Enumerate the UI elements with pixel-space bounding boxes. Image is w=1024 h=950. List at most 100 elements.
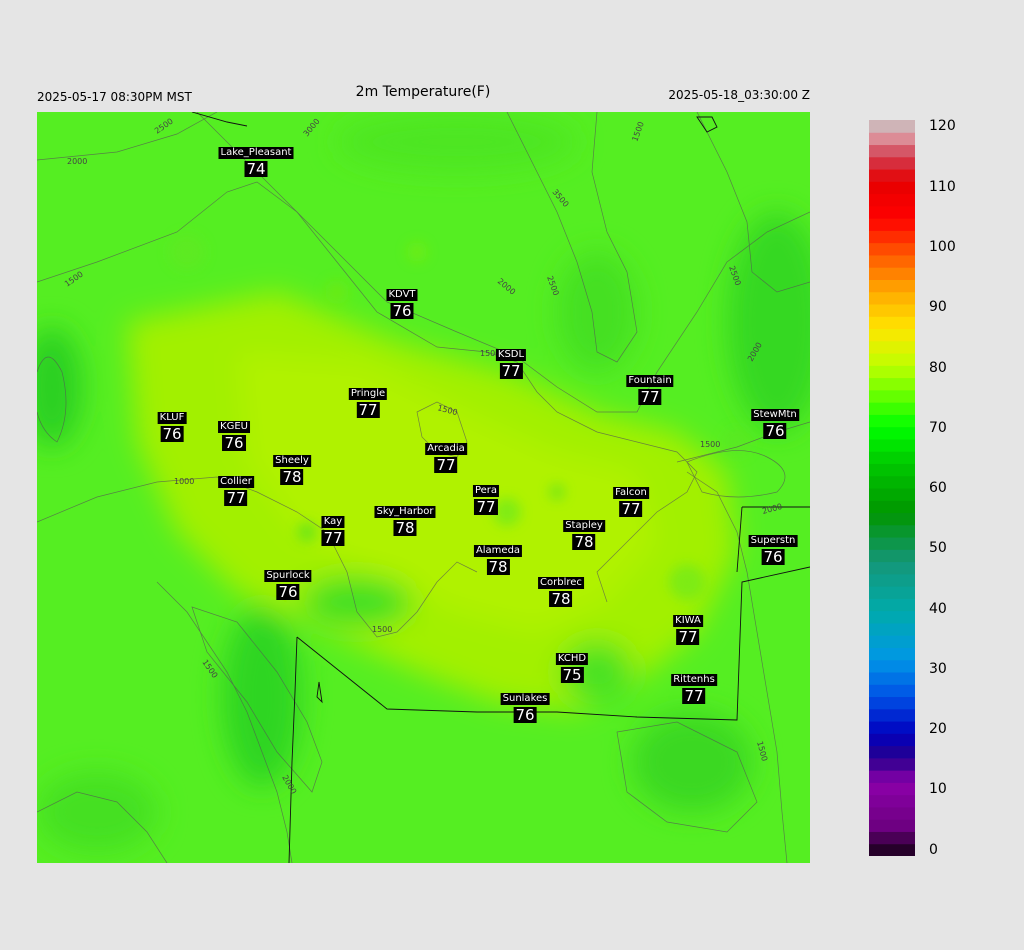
station-marker[interactable]: Sheely 78: [273, 448, 311, 485]
station-temperature: 78: [572, 533, 596, 551]
colorbar-label: 50: [929, 540, 947, 556]
station-marker[interactable]: KGEU 76: [218, 414, 250, 451]
colorbar-step: [869, 561, 915, 575]
colorbar-step: [869, 144, 915, 158]
station-marker[interactable]: KIWA 77: [673, 608, 703, 645]
station-temperature: 78: [393, 519, 417, 537]
station-marker[interactable]: Lake_Pleasant 74: [218, 140, 294, 178]
colorbar-step: [869, 389, 915, 403]
colorbar-step: [869, 353, 915, 366]
cool-pocket: [37, 772, 157, 852]
station-temperature: 77: [321, 529, 345, 547]
contour-label: 1500: [372, 625, 392, 634]
station-temperature: 77: [474, 498, 498, 516]
local-time: 2025-05-17 08:30PM MST: [37, 90, 192, 104]
station-name: Sky_Harbor: [374, 506, 436, 518]
station-temperature: 76: [276, 583, 300, 601]
colorbar-label: 110: [929, 179, 956, 195]
station-name: KIWA: [673, 615, 703, 627]
colorbar-step: [869, 549, 915, 563]
station-marker[interactable]: KSDL 77: [495, 342, 527, 380]
colorbar-label: 100: [929, 239, 956, 255]
station-marker[interactable]: KLUF 76: [157, 405, 187, 442]
station-temperature: 77: [619, 500, 643, 518]
colorbar-step: [869, 193, 915, 207]
colorbar-step: [869, 610, 915, 624]
station-marker[interactable]: Kay 77: [321, 509, 345, 547]
station-marker[interactable]: Superstn 76: [748, 528, 798, 565]
station-temperature: 77: [499, 362, 523, 380]
colorbar-step: [869, 132, 915, 146]
station-marker[interactable]: Sky_Harbor 78: [374, 499, 436, 537]
colorbar-step: [869, 438, 915, 452]
colorbar-label: 0: [929, 842, 938, 858]
colorbar-step: [869, 316, 915, 330]
colorbar-step: [869, 426, 915, 440]
colorbar-step: [869, 365, 915, 379]
station-name: Pera: [472, 485, 500, 497]
colorbar-label: 30: [929, 661, 947, 677]
station-marker[interactable]: Falcon 77: [613, 480, 649, 517]
colorbar-step: [869, 684, 915, 698]
colorbar-step: [869, 120, 915, 133]
colorbar-label: 10: [929, 781, 947, 797]
station-marker[interactable]: Collier 77: [218, 469, 254, 506]
colorbar-step: [869, 635, 915, 648]
contour-label: 1000: [174, 477, 194, 486]
colorbar-label: 60: [929, 480, 947, 496]
station-name: Kay: [321, 516, 345, 528]
station-marker[interactable]: Alameda 78: [473, 538, 523, 576]
colorbar-step: [869, 806, 915, 820]
station-marker[interactable]: Fountain 77: [626, 368, 674, 405]
colorbar-step: [869, 733, 915, 747]
temperature-map: 2500 2000 3000 3500 1500 2500 2000 1500 …: [37, 112, 810, 863]
station-marker[interactable]: Pringle 77: [348, 381, 388, 418]
station-name: StewMtn: [751, 409, 799, 421]
station-marker[interactable]: Stapley 78: [563, 513, 605, 550]
colorbar-step: [869, 463, 915, 477]
colorbar-label: 80: [929, 360, 947, 376]
station-marker[interactable]: Arcadia 77: [425, 436, 467, 473]
colorbar-step: [869, 328, 915, 342]
station-temperature: 77: [676, 628, 700, 646]
station-marker[interactable]: KDVT 76: [386, 282, 418, 320]
colorbar-step: [869, 708, 915, 722]
station-temperature: 77: [434, 456, 458, 474]
colorbar-step: [869, 500, 915, 514]
station-name: Sunlakes: [500, 693, 550, 705]
colorbar-step: [869, 831, 915, 845]
colorbar-step: [869, 537, 915, 550]
station-marker[interactable]: Sunlakes 76: [500, 686, 550, 723]
colorbar-step: [869, 340, 915, 354]
station-marker[interactable]: StewMtn 76: [751, 402, 799, 439]
station-name: Stapley: [563, 520, 605, 532]
colorbar-step: [869, 843, 915, 856]
station-marker[interactable]: Pera 77: [472, 478, 500, 516]
station-temperature: 78: [549, 590, 573, 608]
station-marker[interactable]: Spurlock 76: [264, 563, 312, 601]
station-temperature: 76: [390, 302, 414, 320]
cool-pocket: [302, 577, 412, 627]
station-name: KDVT: [386, 289, 418, 301]
station-temperature: 76: [222, 434, 246, 452]
colorbar-label: 70: [929, 420, 947, 436]
station-name: Fountain: [626, 375, 674, 387]
station-name: Arcadia: [425, 443, 467, 455]
station-marker[interactable]: KCHD 75: [555, 646, 589, 683]
colorbar-step: [869, 451, 915, 464]
station-temperature: 74: [244, 160, 268, 178]
colorbar-step: [869, 622, 915, 636]
station-temperature: 78: [486, 558, 510, 576]
colorbar-step: [869, 267, 915, 280]
station-name: Corblrec: [538, 577, 584, 589]
colorbar-step: [869, 475, 915, 489]
station-marker[interactable]: Corblrec 78: [538, 570, 584, 607]
colorbar-step: [869, 304, 915, 317]
station-marker[interactable]: Rittenhs 77: [671, 667, 717, 704]
station-name: Spurlock: [264, 570, 312, 582]
colorbar-step: [869, 598, 915, 612]
station-name: KCHD: [555, 653, 589, 665]
station-name: KLUF: [157, 412, 187, 424]
colorbar-step: [869, 586, 915, 599]
colorbar-step: [869, 414, 915, 428]
